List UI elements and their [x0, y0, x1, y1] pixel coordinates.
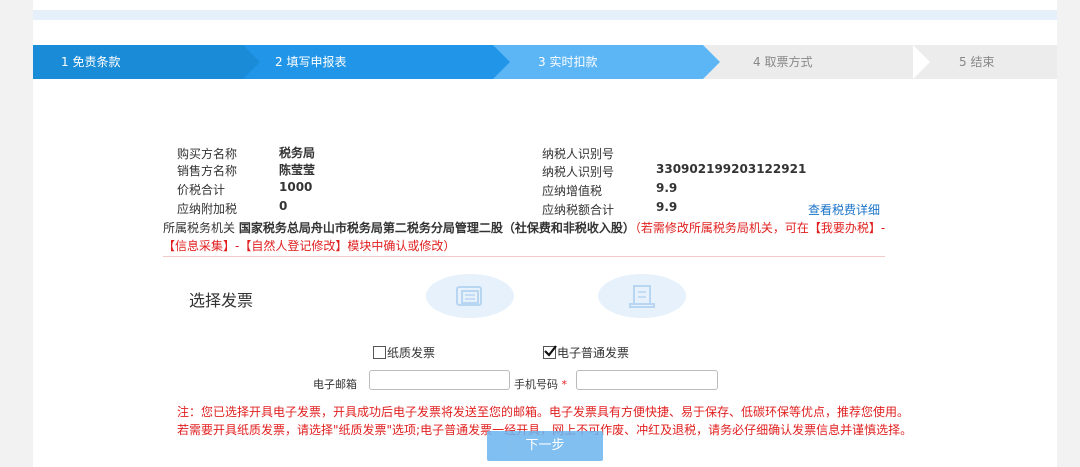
page-container: 1 免责条款 2 填写申报表 3 实时扣款 4 取票方式 5 结束 购买方名称 … — [33, 0, 1057, 467]
fee-detail-link[interactable]: 查看税费详细 — [808, 201, 880, 218]
electronic-invoice-option[interactable]: 电子普通发票 — [543, 344, 629, 361]
electronic-invoice-label: 电子普通发票 — [557, 346, 630, 360]
step-5: 5 结束 — [923, 45, 1057, 79]
section-divider — [163, 256, 885, 257]
phone-label: 手机号码 * — [514, 376, 567, 392]
office-label: 所属税务机关 — [163, 221, 236, 235]
taxpayer-id-label-1: 纳税人识别号 — [542, 147, 615, 161]
phone-input[interactable] — [576, 370, 718, 390]
paper-invoice-illustration — [426, 274, 514, 318]
paper-invoice-icon — [456, 286, 482, 306]
electronic-invoice-icon — [629, 285, 655, 308]
progress-steps: 1 免责条款 2 填写申报表 3 实时扣款 4 取票方式 5 结束 — [33, 45, 1057, 79]
next-button[interactable]: 下一步 — [487, 431, 603, 461]
seller-value: 陈莹莹 — [279, 163, 316, 177]
phone-label-text: 手机号码 — [514, 378, 558, 391]
total-value: 1000 — [279, 180, 313, 194]
buyer-value: 税务局 — [279, 146, 316, 160]
paper-invoice-label: 纸质发票 — [387, 346, 436, 360]
surcharge-label: 应纳附加税 — [177, 202, 238, 216]
step-separator-icon — [913, 45, 930, 79]
required-mark: * — [561, 378, 568, 391]
paper-invoice-option[interactable]: 纸质发票 — [373, 344, 435, 361]
tax-total-label: 应纳税额合计 — [542, 203, 615, 217]
tax-office-info: 所属税务机关 国家税务总局舟山市税务局第二税务分局管理二股（社保费和非税收入股）… — [163, 219, 893, 255]
step-4-label: 4 取票方式 — [753, 55, 813, 69]
tax-total-value: 9.9 — [656, 200, 678, 214]
step-3: 3 实时扣款 — [493, 45, 720, 79]
surcharge-value: 0 — [279, 199, 288, 213]
taxpayer-id-value: 330902199203122921 — [656, 162, 807, 176]
step-arrow-icon — [243, 45, 260, 79]
taxpayer-id-label-2: 纳税人识别号 — [542, 165, 615, 179]
vat-value: 9.9 — [656, 181, 678, 195]
paper-invoice-checkbox[interactable] — [373, 346, 386, 359]
total-label: 价税合计 — [177, 183, 226, 197]
top-bar — [33, 10, 1057, 20]
step-arrow-icon — [493, 45, 510, 79]
email-label: 电子邮箱 — [313, 378, 357, 391]
electronic-invoice-checkbox[interactable] — [543, 345, 557, 359]
electronic-invoice-illustration — [598, 274, 686, 318]
checkmark-icon — [544, 345, 557, 357]
step-4: 4 取票方式 — [703, 45, 923, 79]
step-3-label: 3 实时扣款 — [538, 55, 598, 69]
step-arrow-icon — [703, 45, 720, 79]
buyer-label: 购买方名称 — [177, 147, 238, 161]
office-name: 国家税务总局舟山市税务局第二税务分局管理二股（社保费和非税收入股） — [238, 221, 635, 235]
step-2: 2 填写申报表 — [243, 45, 510, 79]
step-1-label: 1 免责条款 — [61, 55, 121, 69]
vat-label: 应纳增值税 — [542, 184, 603, 198]
step-5-label: 5 结束 — [959, 55, 995, 69]
invoice-section-title: 选择发票 — [189, 291, 254, 310]
step-2-label: 2 填写申报表 — [275, 55, 347, 69]
step-1: 1 免责条款 — [33, 45, 260, 79]
email-input[interactable] — [369, 370, 510, 390]
seller-label: 销售方名称 — [177, 164, 238, 178]
